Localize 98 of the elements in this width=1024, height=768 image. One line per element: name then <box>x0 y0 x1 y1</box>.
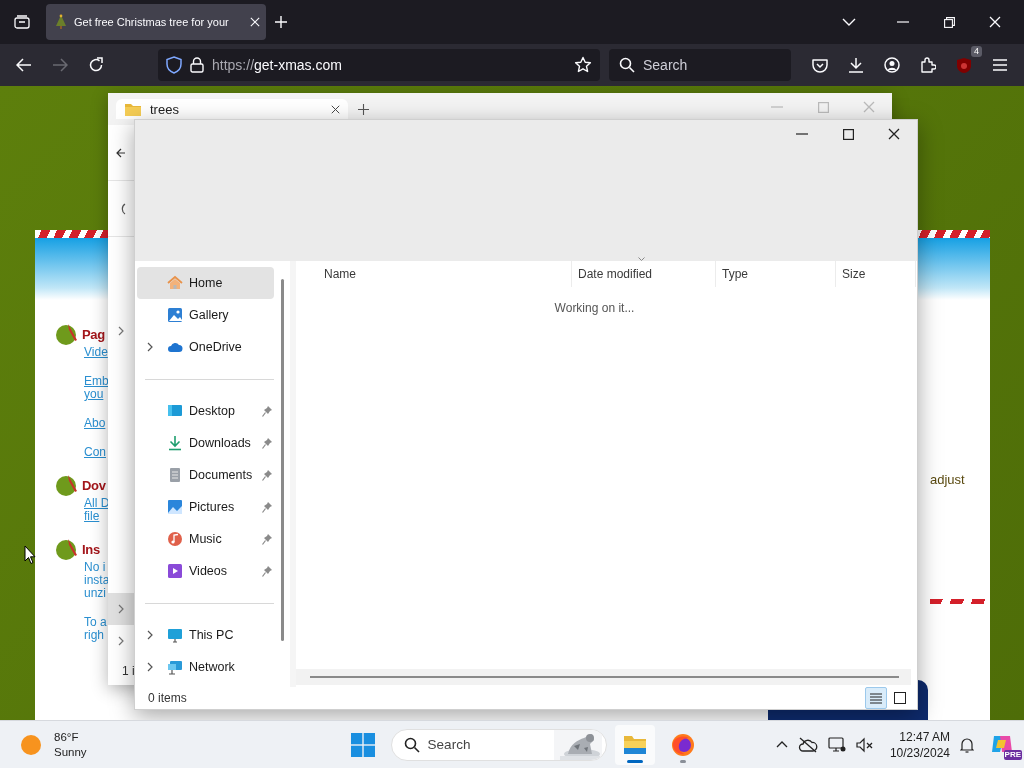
cloud-off-icon[interactable] <box>797 736 818 753</box>
sidebar-item[interactable]: Videos <box>137 555 274 587</box>
sidebar-item[interactable]: Home <box>137 267 274 299</box>
network-icon <box>167 659 183 675</box>
page-text: No i insta unzi <box>84 561 110 600</box>
chevron-right-icon[interactable] <box>118 326 124 336</box>
scrollbar[interactable] <box>281 279 284 641</box>
account-icon[interactable] <box>884 57 900 73</box>
sidebar-item[interactable]: This PC <box>137 619 274 651</box>
chevron-up-icon[interactable] <box>775 741 788 748</box>
chevron-right-icon[interactable] <box>118 604 124 614</box>
music-icon <box>167 531 183 547</box>
close-icon <box>331 104 340 114</box>
explorer-tab[interactable]: trees <box>116 99 348 119</box>
close-icon <box>250 17 260 27</box>
home-icon <box>167 275 183 291</box>
lock-icon <box>190 57 204 73</box>
puzzle-icon[interactable] <box>920 57 936 73</box>
video-icon <box>167 563 183 579</box>
document-icon <box>167 467 183 483</box>
sidebar-item[interactable]: Downloads <box>137 427 274 459</box>
maximize-icon[interactable] <box>842 128 854 140</box>
count-badge: 4 <box>971 46 982 57</box>
column-header[interactable]: Size <box>836 261 916 287</box>
page-link[interactable]: Emb you <box>84 375 110 401</box>
sidebar-item[interactable]: Desktop <box>137 395 274 427</box>
speaker-muted-icon[interactable] <box>855 736 874 753</box>
section-heading: Dov <box>82 477 106 493</box>
expand-chevron-icon[interactable] <box>147 342 153 352</box>
tiles-view-icon <box>894 692 906 704</box>
pocket-icon[interactable] <box>812 57 828 73</box>
desktop-icon <box>167 403 183 419</box>
picture-gallery-icon <box>167 307 183 323</box>
page-link[interactable]: Vide <box>84 346 110 359</box>
expand-chevron-icon[interactable] <box>147 630 153 640</box>
column-header[interactable]: Type <box>716 261 836 287</box>
sidebar-item[interactable]: Gallery <box>137 299 274 331</box>
address-field[interactable]: https://get-xmas.com <box>158 49 600 81</box>
search-icon <box>619 57 635 73</box>
running-indicator <box>679 759 686 763</box>
view-toggle[interactable] <box>865 687 887 709</box>
page-text: To a righ <box>84 616 108 642</box>
sidebar-item[interactable]: OneDrive <box>137 331 274 363</box>
page-link[interactable]: Abo <box>84 417 110 430</box>
search-icon <box>403 736 420 753</box>
preview-badge: PRE <box>1003 749 1022 760</box>
apple-icon <box>55 473 80 497</box>
new-tab-icon[interactable] <box>358 104 369 115</box>
sort-chevron-icon <box>638 257 645 261</box>
back-icon[interactable] <box>116 147 126 158</box>
close-icon[interactable] <box>888 128 900 140</box>
column-header[interactable]: Date modified <box>572 261 716 287</box>
picture-icon <box>167 499 183 515</box>
details-view-icon <box>870 692 882 704</box>
status-text: 1 i <box>121 663 134 680</box>
shield-icon <box>166 56 182 74</box>
search-field[interactable]: Search <box>609 49 791 81</box>
menu-icon[interactable] <box>993 59 1007 71</box>
folder-icon[interactable] <box>622 733 647 756</box>
tree-icon <box>54 14 68 30</box>
bookmark-star-icon[interactable] <box>574 56 592 74</box>
monitor-icon <box>167 627 183 643</box>
chevron-right-icon[interactable] <box>118 636 124 646</box>
download-icon <box>167 435 183 451</box>
section-heading: Pag <box>82 326 105 342</box>
chevron-down-icon[interactable] <box>842 18 856 26</box>
weather-condition: Sunny <box>54 744 87 760</box>
shield-extension-icon[interactable] <box>956 56 972 74</box>
item-count: 0 items <box>148 691 187 705</box>
clock-time[interactable]: 12:47 AM <box>899 728 950 745</box>
sidebar-item[interactable]: Network <box>137 651 274 683</box>
running-indicator <box>626 759 643 763</box>
sidebar-item[interactable]: Documents <box>137 459 274 491</box>
temperature: 86°F <box>54 729 80 745</box>
bell-icon[interactable] <box>960 736 974 753</box>
browser-icon[interactable] <box>670 732 695 757</box>
sidebar-item[interactable]: Pictures <box>137 491 274 523</box>
status-message: Working on it... <box>554 301 635 315</box>
reload-icon[interactable] <box>88 57 104 73</box>
sidebar-item[interactable]: Music <box>137 523 274 555</box>
start-logo-icon[interactable] <box>350 732 375 757</box>
apple-icon <box>55 537 80 561</box>
page-link[interactable]: Con <box>84 446 110 459</box>
clock-date[interactable]: 10/23/2024 <box>889 744 950 761</box>
page-text: adjust <box>930 472 966 487</box>
folder-icon <box>124 101 142 117</box>
column-header[interactable]: Name <box>296 261 572 287</box>
tab-list-icon[interactable] <box>14 15 30 29</box>
search-field[interactable]: Search <box>390 728 607 761</box>
download-icon[interactable] <box>848 57 864 73</box>
expand-chevron-icon[interactable] <box>147 662 153 672</box>
display-icon[interactable] <box>827 736 846 753</box>
apple-icon <box>55 322 80 346</box>
forward-icon[interactable] <box>52 58 68 72</box>
browser-tab[interactable]: Get free Christmas tree for your <box>46 4 266 40</box>
section-heading: Ins <box>82 541 100 557</box>
restore-icon[interactable] <box>943 16 955 28</box>
scrollbar[interactable] <box>296 669 911 685</box>
